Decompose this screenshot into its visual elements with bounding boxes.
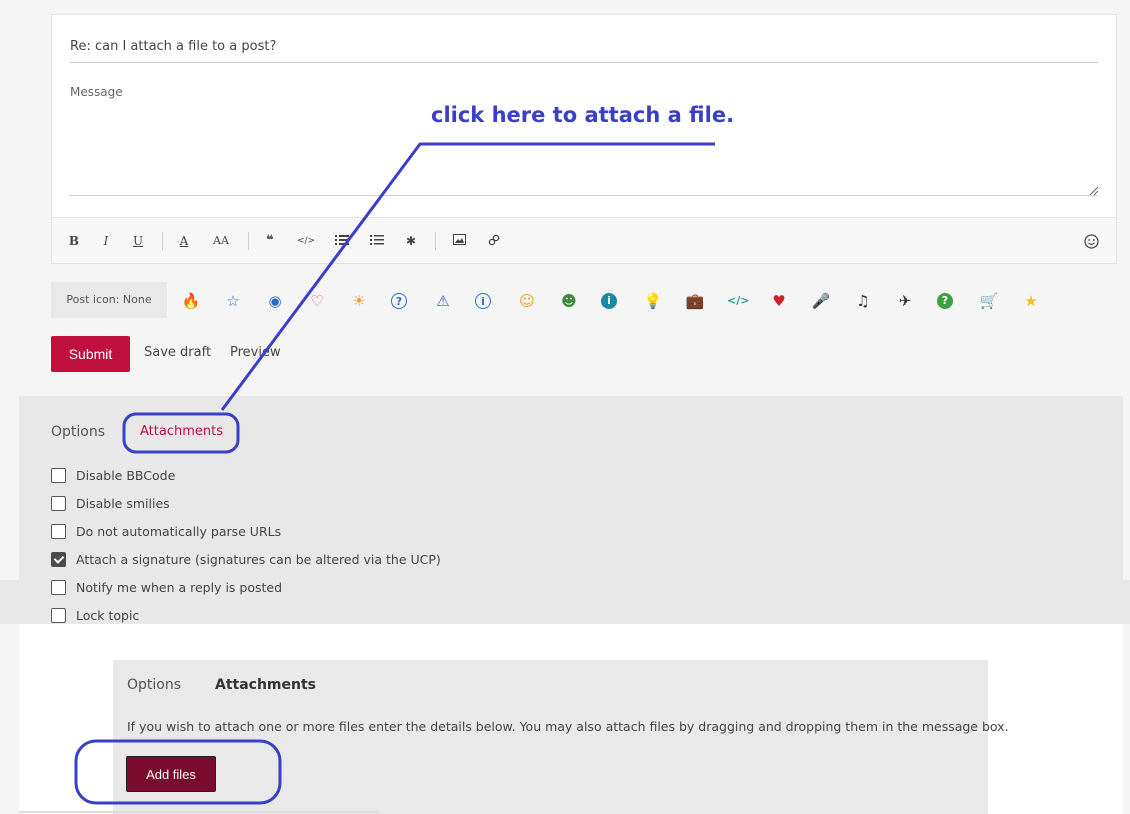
annotation-highlight-add-files [74,739,282,805]
annotation-text: click here to attach a file. [431,103,735,127]
annotation-highlight-attachments-tab [122,412,240,454]
annotation-arrow-line [220,142,715,411]
